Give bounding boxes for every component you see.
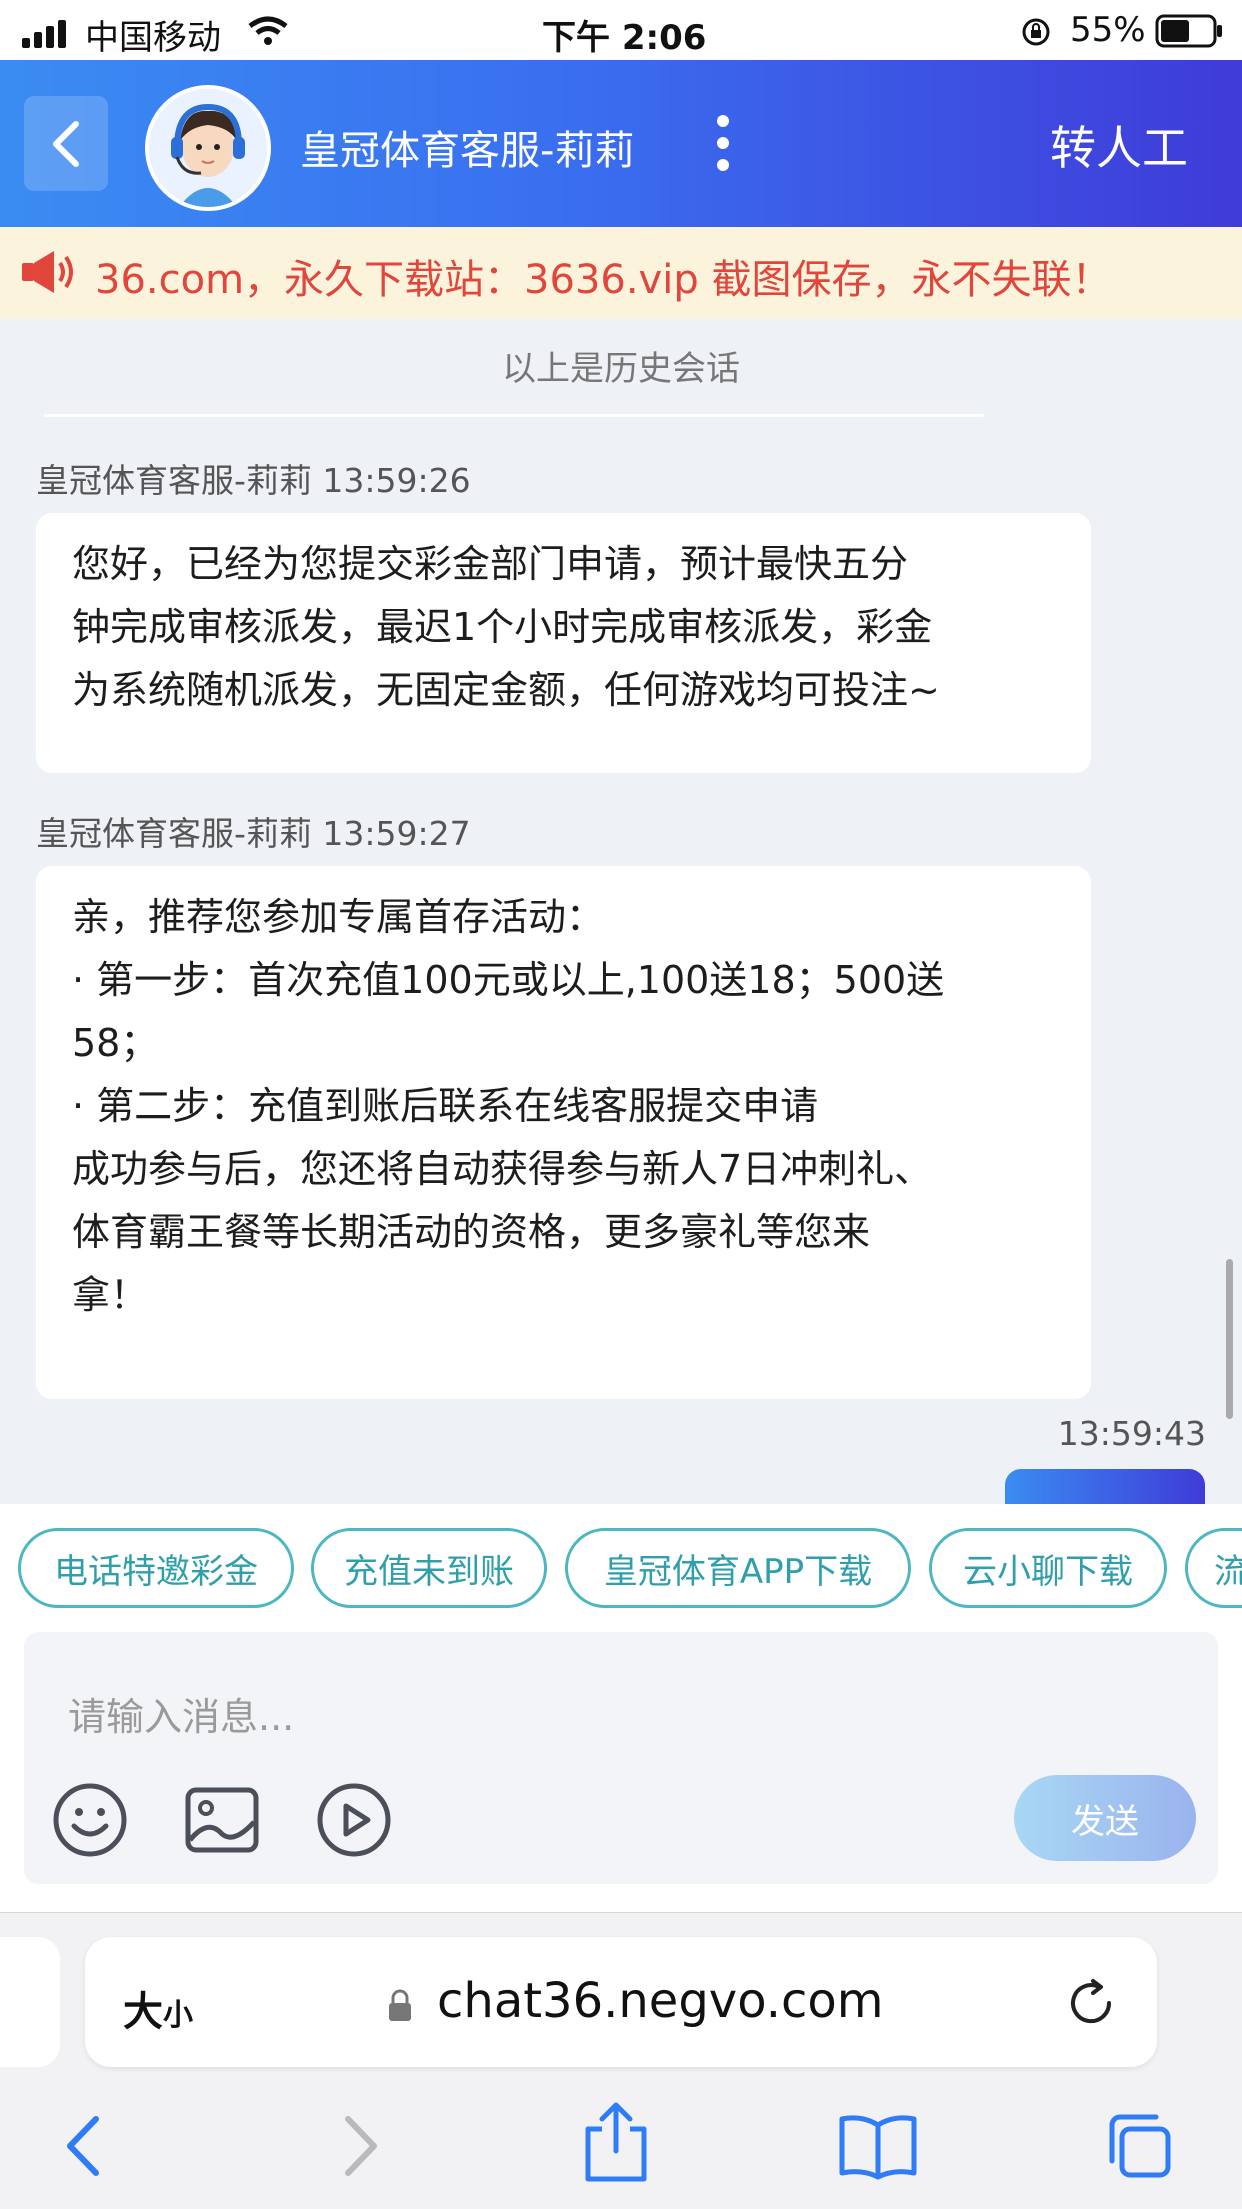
- agent-name: 皇冠体育客服-莉莉: [300, 128, 635, 174]
- forward-icon[interactable]: [322, 2111, 392, 2181]
- message-sender: 皇冠体育客服-莉莉 13:59:27: [36, 814, 471, 853]
- tabs-icon[interactable]: [1104, 2111, 1174, 2181]
- transfer-human-button[interactable]: 转人工: [1050, 112, 1188, 178]
- megaphone-icon: [22, 251, 73, 293]
- quick-reply-chip[interactable]: 皇冠体育APP下载: [565, 1528, 911, 1608]
- reload-icon[interactable]: [1065, 1977, 1117, 2029]
- notice-banner: 36.com，永久下载站：3636.vip 截图保存，永不失联！: [0, 227, 1242, 319]
- chat-header: 皇冠体育客服-莉莉 转人工: [0, 60, 1242, 227]
- browser-toolbar: 大小 chat36.negvo.com: [0, 1912, 1242, 2209]
- signal-icon: [22, 20, 68, 48]
- message-line: 体育霸王餐等长期活动的资格，更多豪礼等您来: [72, 1210, 871, 1254]
- image-icon[interactable]: [184, 1782, 260, 1858]
- clock: 下午 2:06: [542, 18, 707, 58]
- quick-reply-chip[interactable]: 流: [1185, 1528, 1242, 1608]
- agent-avatar: [145, 85, 271, 211]
- address-bar[interactable]: 大小 chat36.negvo.com: [85, 1937, 1157, 2067]
- user-message-bubble: [1005, 1469, 1205, 1504]
- message-line: 钟完成审核派发，最迟1个小时完成审核派发，彩金: [72, 605, 933, 649]
- quick-reply-chip[interactable]: 充值未到账: [311, 1528, 547, 1608]
- status-bar: 中国移动 下午 2:06 55%: [0, 0, 1242, 60]
- back-icon[interactable]: [52, 2111, 122, 2181]
- bookmarks-icon[interactable]: [838, 2111, 918, 2181]
- message-line: · 第一步：首次充值100元或以上,100送18；500送: [72, 958, 945, 1002]
- chevron-left-icon: [53, 121, 79, 167]
- orientation-lock-icon: [1022, 18, 1050, 46]
- emoji-icon[interactable]: [52, 1782, 128, 1858]
- message-input-box: 请输入消息... 发送: [24, 1632, 1218, 1884]
- notice-text: 36.com，永久下载站：3636.vip 截图保存，永不失联！: [95, 257, 1112, 303]
- message-bubble: 您好，已经为您提交彩金部门申请，预计最快五分 钟完成审核派发，最迟1个小时完成审…: [36, 513, 1091, 773]
- battery-icon: [1155, 14, 1222, 48]
- quick-replies: 电话特邀彩金 充值未到账 皇冠体育APP下载 云小聊下载 流: [0, 1504, 1242, 1632]
- previous-tab-preview[interactable]: [0, 1937, 60, 2067]
- message-line: 58；: [72, 1021, 159, 1065]
- carrier-label: 中国移动: [85, 18, 221, 58]
- message-line: 拿！: [72, 1273, 149, 1317]
- chat-area[interactable]: 以上是历史会话 皇冠体育客服-莉莉 13:59:26 您好，已经为您提交彩金部门…: [0, 319, 1242, 1504]
- message-line: · 第二步：充值到账后联系在线客服提交申请: [72, 1084, 819, 1128]
- message-line: 亲，推荐您参加专属首存活动：: [72, 895, 605, 939]
- user-message-time: 13:59:43: [1057, 1414, 1206, 1453]
- wifi-icon: [248, 16, 288, 45]
- message-line: 为系统随机派发，无固定金额，任何游戏均可投注~: [72, 668, 940, 712]
- video-icon[interactable]: [316, 1782, 392, 1858]
- text-size-small: 小: [163, 1998, 193, 2033]
- back-button[interactable]: [24, 96, 108, 191]
- message-line: 成功参与后，您还将自动获得参与新人7日冲刺礼、: [72, 1147, 933, 1191]
- more-options-icon[interactable]: [712, 115, 732, 173]
- input-area: 请输入消息... 发送: [0, 1632, 1242, 1912]
- text-size-button[interactable]: 大小: [123, 1979, 193, 2037]
- divider: [44, 414, 984, 417]
- quick-reply-chip[interactable]: 云小聊下载: [929, 1528, 1167, 1608]
- message-bubble: 亲，推荐您参加专属首存活动： · 第一步：首次充值100元或以上,100送18；…: [36, 866, 1091, 1399]
- battery-percent: 55%: [1070, 10, 1146, 50]
- url-text[interactable]: chat36.negvo.com: [437, 1973, 884, 2029]
- lock-icon: [389, 1989, 411, 2021]
- quick-reply-chip[interactable]: 电话特邀彩金: [18, 1528, 294, 1608]
- message-input[interactable]: 请输入消息...: [68, 1686, 294, 1741]
- scrollbar[interactable]: [1226, 1259, 1233, 1419]
- send-button[interactable]: 发送: [1014, 1775, 1196, 1861]
- share-icon[interactable]: [578, 2101, 654, 2185]
- message-line: 您好，已经为您提交彩金部门申请，预计最快五分: [72, 542, 909, 586]
- message-sender: 皇冠体育客服-莉莉 13:59:26: [36, 461, 471, 500]
- text-size-large: 大: [123, 1989, 163, 2035]
- history-label: 以上是历史会话: [502, 349, 740, 389]
